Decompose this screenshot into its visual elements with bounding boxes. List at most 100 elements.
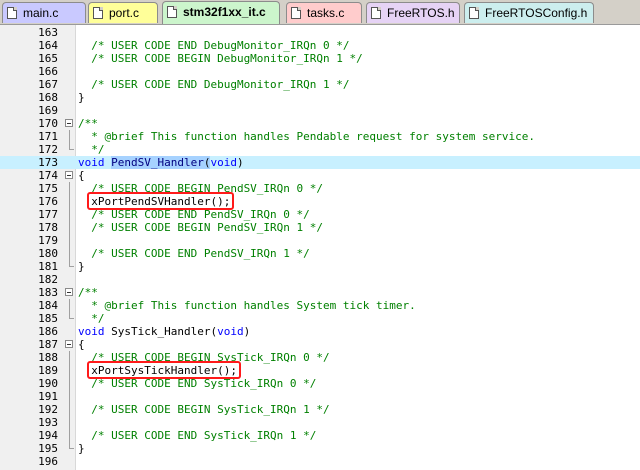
code-line[interactable]: 180 /* USER CODE END PendSV_IRQn 1 */: [0, 247, 640, 260]
code-text[interactable]: /* USER CODE END PendSV_IRQn 1 */: [78, 247, 310, 260]
code-line[interactable]: 173 void PendSV_Handler(void): [0, 156, 640, 169]
code-line[interactable]: 179: [0, 234, 640, 247]
tab-freertosconfig-h[interactable]: FreeRTOSConfig.h: [464, 2, 594, 23]
code-text[interactable]: }: [78, 91, 85, 104]
tab-tasks-c[interactable]: tasks.c: [286, 2, 362, 23]
line-number: 196: [38, 455, 58, 468]
code-line[interactable]: 172 */: [0, 143, 640, 156]
line-number: 190: [38, 377, 58, 390]
code-comment: * @brief This function handles System ti…: [78, 299, 416, 312]
tab-freertos-h[interactable]: FreeRTOS.h: [366, 2, 460, 23]
code-line[interactable]: 183 /**: [0, 286, 640, 299]
line-number: 179: [38, 234, 58, 247]
code-line[interactable]: 187 {: [0, 338, 640, 351]
code-comment: /* USER CODE END SysTick_IRQn 1 */: [78, 429, 317, 442]
code-keyword: void: [78, 325, 105, 338]
fold-guide: [63, 299, 75, 312]
line-number: 187: [38, 338, 58, 351]
code-comment: */: [78, 143, 105, 156]
code-text[interactable]: */: [78, 143, 105, 156]
code-line[interactable]: 193: [0, 416, 640, 429]
code-line[interactable]: 192 /* USER CODE BEGIN SysTick_IRQn 1 */: [0, 403, 640, 416]
code-line[interactable]: 184 * @brief This function handles Syste…: [0, 299, 640, 312]
code-line[interactable]: 168}: [0, 91, 640, 104]
fold-guide: [63, 364, 75, 377]
code-text[interactable]: /* USER CODE END SysTick_IRQn 1 */: [78, 429, 316, 442]
fold-collapse-icon[interactable]: [63, 338, 75, 351]
code-text[interactable]: }: [78, 442, 85, 455]
code-line[interactable]: 196: [0, 455, 640, 468]
code-line[interactable]: 164 /* USER CODE END DebugMonitor_IRQn 0…: [0, 39, 640, 52]
code-text[interactable]: */: [78, 312, 105, 325]
fold-guide: [63, 195, 75, 208]
tab-label: FreeRTOS.h: [387, 6, 455, 20]
tab-label: main.c: [23, 6, 59, 20]
line-number: 183: [38, 286, 58, 299]
fold-guide: [63, 416, 75, 429]
code-line[interactable]: 174 {: [0, 169, 640, 182]
code-code: }: [78, 260, 85, 273]
line-number: 174: [38, 169, 58, 182]
code-line[interactable]: 169: [0, 104, 640, 117]
code-text[interactable]: * @brief This function handles System ti…: [78, 299, 416, 312]
fold-guide: [63, 247, 75, 260]
code-text[interactable]: }: [78, 260, 85, 273]
line-number: 163: [38, 26, 58, 39]
code-comment: /* USER CODE END DebugMonitor_IRQn 0 */: [78, 39, 350, 52]
code-code: {: [78, 169, 85, 182]
code-text[interactable]: * @brief This function handles Pendable …: [78, 130, 535, 143]
line-number: 181: [38, 260, 58, 273]
line-number: 182: [38, 273, 58, 286]
code-line[interactable]: 170 /**: [0, 117, 640, 130]
code-text[interactable]: {: [78, 338, 85, 351]
code-text[interactable]: /* USER CODE END DebugMonitor_IRQn 1 */: [78, 78, 349, 91]
line-number: 169: [38, 104, 58, 117]
code-line[interactable]: 195}: [0, 442, 640, 455]
code-line[interactable]: 181}: [0, 260, 640, 273]
code-line[interactable]: 178 /* USER CODE BEGIN PendSV_IRQn 1 */: [0, 221, 640, 234]
line-number: 194: [38, 429, 58, 442]
code-comment: /* USER CODE BEGIN SysTick_IRQn 1 */: [78, 403, 330, 416]
file-icon: [469, 7, 479, 19]
fold-collapse-icon[interactable]: [63, 286, 75, 299]
code-comment: */: [78, 312, 105, 325]
tab-port-c[interactable]: port.c: [88, 2, 158, 23]
fold-collapse-icon[interactable]: [63, 169, 75, 182]
code-line[interactable]: 167 /* USER CODE END DebugMonitor_IRQn 1…: [0, 78, 640, 91]
code-line[interactable]: 171 * @brief This function handles Penda…: [0, 130, 640, 143]
line-number: 180: [38, 247, 58, 260]
code-line[interactable]: 182: [0, 273, 640, 286]
code-text[interactable]: /* USER CODE BEGIN PendSV_IRQn 1 */: [78, 221, 323, 234]
code-identifier-selected: PendSV_Handler: [111, 156, 204, 169]
line-number: 178: [38, 221, 58, 234]
code-text[interactable]: {: [78, 169, 85, 182]
line-number: 177: [38, 208, 58, 221]
tab-main-c[interactable]: main.c: [2, 2, 86, 23]
tab-stm32f1xx-it-c[interactable]: stm32f1xx_it.c: [162, 1, 280, 24]
code-text[interactable]: /* USER CODE END DebugMonitor_IRQn 0 */: [78, 39, 350, 52]
line-number: 191: [38, 390, 58, 403]
code-code: ): [243, 325, 251, 338]
code-text[interactable]: void SysTick_Handler(void): [78, 325, 250, 338]
code-text[interactable]: /**: [78, 286, 98, 299]
code-line[interactable]: 186 void SysTick_Handler(void): [0, 325, 640, 338]
code-comment: /**: [78, 117, 98, 130]
code-text[interactable]: /**: [78, 117, 98, 130]
code-text[interactable]: /* USER CODE BEGIN SysTick_IRQn 1 */: [78, 403, 330, 416]
line-number: 171: [38, 130, 58, 143]
code-text[interactable]: void PendSV_Handler(void): [78, 156, 244, 169]
fold-guide: [63, 351, 75, 364]
code-line[interactable]: 194 /* USER CODE END SysTick_IRQn 1 */: [0, 429, 640, 442]
line-number: 164: [38, 39, 58, 52]
code-line[interactable]: 165 /* USER CODE BEGIN DebugMonitor_IRQn…: [0, 52, 640, 65]
code-line[interactable]: 191: [0, 390, 640, 403]
line-number: 185: [38, 312, 58, 325]
fold-end-marker: [63, 143, 75, 156]
code-text[interactable]: /* USER CODE BEGIN DebugMonitor_IRQn 1 *…: [78, 52, 363, 65]
fold-collapse-icon[interactable]: [63, 117, 75, 130]
code-code: SysTick_Handler(: [104, 325, 218, 338]
code-line[interactable]: 163: [0, 26, 640, 39]
code-line[interactable]: 166: [0, 65, 640, 78]
code-editor[interactable]: 163 164 /* USER CODE END DebugMonitor_IRQ…: [0, 25, 640, 470]
code-line[interactable]: 185 */: [0, 312, 640, 325]
